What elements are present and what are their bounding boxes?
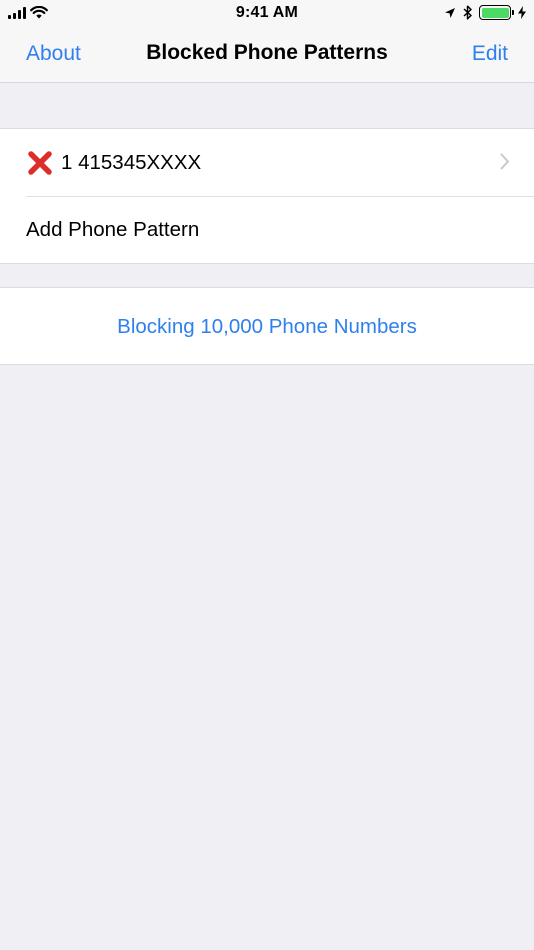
blocking-section: Blocking 10,000 Phone Numbers <box>0 287 534 365</box>
battery-icon <box>479 5 514 20</box>
charging-icon <box>518 6 526 19</box>
edit-button[interactable]: Edit <box>472 42 508 66</box>
add-phone-pattern-row[interactable]: Add Phone Pattern <box>26 196 534 263</box>
page-title: Blocked Phone Patterns <box>146 41 388 64</box>
status-right <box>444 5 526 20</box>
battery-fill <box>481 7 509 18</box>
pattern-row[interactable]: 1 415345XXXX <box>0 129 534 196</box>
blocking-count-button[interactable]: Blocking 10,000 Phone Numbers <box>0 288 534 366</box>
add-phone-pattern-label: Add Phone Pattern <box>26 218 200 241</box>
location-icon <box>445 7 455 18</box>
status-bar: 9:41 AM <box>0 0 534 28</box>
red-x-icon <box>28 150 52 175</box>
navigation-bar: About Blocked Phone Patterns Edit <box>0 28 534 83</box>
chevron-right-icon <box>500 153 509 170</box>
patterns-section: 1 415345XXXX Add Phone Pattern <box>0 128 534 264</box>
pattern-label: 1 415345XXXX <box>61 150 202 174</box>
bluetooth-icon <box>463 5 472 20</box>
